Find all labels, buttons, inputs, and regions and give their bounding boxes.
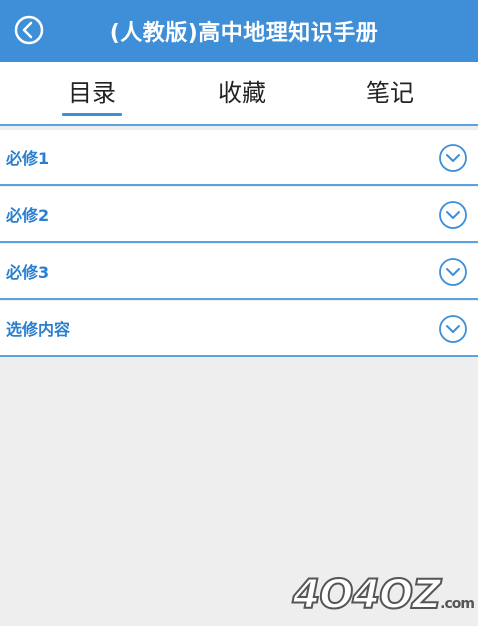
chevron-down-icon[interactable] xyxy=(438,143,468,173)
tab-bar: 目录 收藏 笔记 xyxy=(0,62,478,126)
list-item-compulsory-1[interactable]: 必修1 xyxy=(0,130,478,186)
chevron-down-icon[interactable] xyxy=(438,257,468,287)
list-item-compulsory-3[interactable]: 必修3 xyxy=(0,244,478,300)
list-item-label: 必修2 xyxy=(6,206,50,225)
tab-catalog-label: 目录 xyxy=(68,79,116,107)
tab-notes[interactable]: 笔记 xyxy=(360,76,420,116)
chapter-list: 必修1 必修2 必修3 选修内容 xyxy=(0,130,478,358)
list-item-label: 选修内容 xyxy=(6,320,71,339)
site-watermark: 4O4OZ.com xyxy=(291,571,475,619)
list-item-compulsory-2[interactable]: 必修2 xyxy=(0,187,478,243)
tab-notes-label: 笔记 xyxy=(366,79,414,107)
watermark-suffix: .com xyxy=(440,596,475,612)
back-button[interactable] xyxy=(12,13,46,47)
page-title: (人教版)高中地理知识手册 xyxy=(109,21,379,46)
tab-favorites-label: 收藏 xyxy=(218,79,266,107)
chevron-down-icon[interactable] xyxy=(438,200,468,230)
list-item-label: 必修1 xyxy=(6,149,50,168)
list-item-electives[interactable]: 选修内容 xyxy=(0,301,478,357)
watermark-text: 4O4OZ xyxy=(291,571,442,619)
app-header: (人教版)高中地理知识手册 xyxy=(0,0,478,62)
chevron-down-icon[interactable] xyxy=(438,314,468,344)
active-tab-indicator xyxy=(62,113,122,116)
tab-catalog[interactable]: 目录 xyxy=(62,76,122,116)
back-arrow-icon xyxy=(14,15,44,45)
tab-favorites[interactable]: 收藏 xyxy=(212,76,272,116)
list-item-label: 必修3 xyxy=(6,263,50,282)
